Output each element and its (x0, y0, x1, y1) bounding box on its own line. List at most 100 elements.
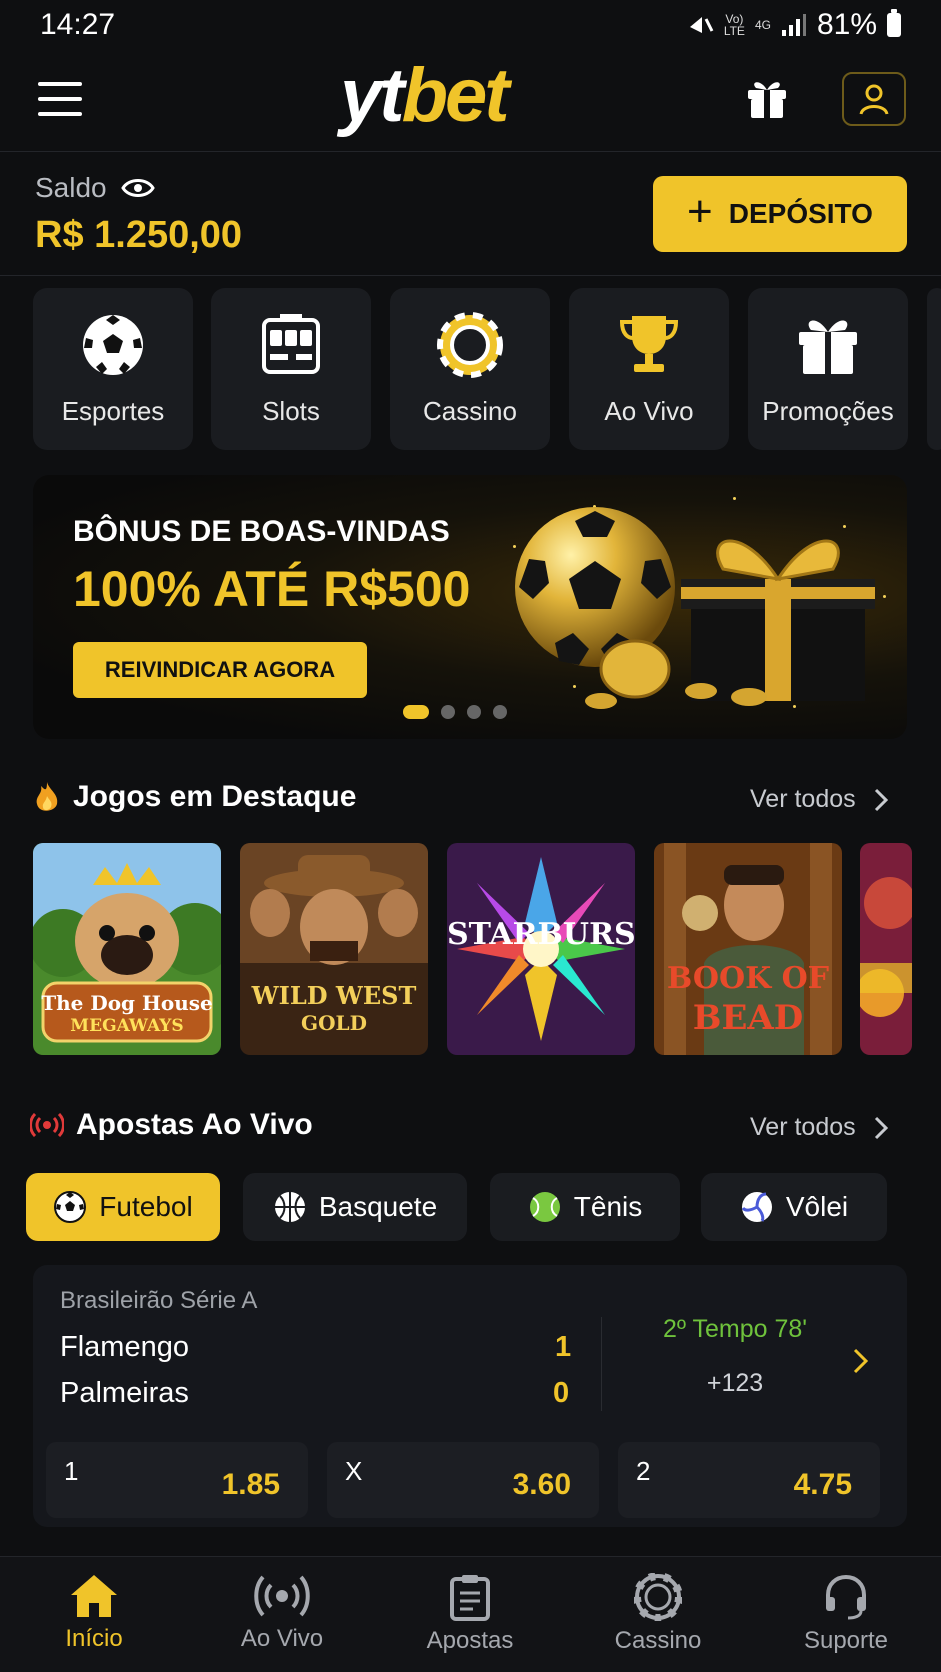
category-promocoes[interactable]: Promoções (748, 288, 908, 450)
nav-ao-vivo[interactable]: Ao Vivo (188, 1557, 376, 1672)
game-title: The Dog House (41, 991, 213, 1015)
casino-chip-icon (634, 1573, 682, 1621)
category-label: Esportes (61, 396, 165, 426)
soccer-ball-icon (83, 315, 143, 375)
odd-home[interactable]: 1 1.85 (46, 1442, 308, 1518)
tab-futebol[interactable]: Futebol (26, 1173, 220, 1241)
ytbet-logo[interactable]: ytbet (340, 52, 510, 139)
plus-icon: + (687, 187, 713, 236)
signal-icon (781, 14, 806, 36)
user-icon (859, 84, 889, 115)
category-label: Cassino (423, 396, 517, 426)
category-ao-vivo[interactable]: Ao Vivo (569, 288, 729, 450)
hamburger-menu-button[interactable] (38, 82, 82, 116)
slot-machine-icon (262, 314, 320, 374)
volleyball-icon (741, 1192, 772, 1222)
category-label: Promoções (762, 396, 894, 426)
category-label: Slots (262, 396, 320, 426)
bottom-navigation: Início Ao Vivo Apostas Cassino Suporte (0, 1556, 941, 1672)
odd-label: X (345, 1456, 363, 1486)
game-card-book-of-dead[interactable]: BOOK OF BEAD (654, 843, 842, 1055)
game-title: WILD WEST (251, 981, 417, 1010)
banner-subtitle: BÔNUS DE BOAS-VINDAS (73, 515, 450, 548)
game-subtitle: MEGAWAYS (70, 1016, 184, 1036)
battery-percent: 81% (816, 8, 877, 41)
game-title: BOOK OF (666, 961, 830, 996)
gift-button[interactable] (744, 74, 794, 124)
away-score: 0 (553, 1377, 570, 1409)
deposit-button[interactable]: + DEPÓSITO (653, 176, 907, 252)
odd-away[interactable]: 2 4.75 (618, 1442, 880, 1518)
category-slots[interactable]: Slots (211, 288, 371, 450)
fire-icon (36, 782, 58, 811)
nav-cassino[interactable]: Cassino (564, 1557, 752, 1672)
carousel-dot[interactable] (467, 705, 481, 719)
odd-label: 1 (64, 1456, 79, 1486)
nav-inicio[interactable]: Início (0, 1557, 188, 1672)
chevron-right-icon (874, 1116, 888, 1139)
tab-tenis[interactable]: Tênis (490, 1173, 680, 1241)
nav-apostas[interactable]: Apostas (376, 1557, 564, 1672)
balance-label: Saldo (35, 172, 155, 204)
match-league: Brasileirão Série A (60, 1287, 258, 1314)
category-label: Ao Vivo (604, 396, 694, 426)
banner-title: 100% ATÉ R$500 (73, 561, 471, 617)
trophy-icon (619, 316, 679, 372)
status-icons: Vo) LTE 4G 81% (688, 8, 901, 42)
chevron-right-icon (874, 788, 888, 811)
carousel-dot[interactable] (441, 705, 455, 719)
live-broadcast-icon (254, 1575, 310, 1617)
battery-icon (887, 9, 901, 37)
gift-icon (799, 320, 857, 374)
match-time: 2º Tempo 78' (662, 1315, 808, 1343)
balance-amount: R$ 1.250,00 (35, 214, 243, 256)
tennis-ball-icon (529, 1192, 560, 1222)
odd-draw[interactable]: X 3.60 (327, 1442, 599, 1518)
live-bets-title: Apostas Ao Vivo (30, 1108, 313, 1142)
game-title: STARBURST (447, 917, 635, 952)
gold-coins-icon (585, 639, 767, 709)
game-subtitle: BEAD (692, 998, 804, 1038)
game-card-starburst[interactable]: STARBURST (447, 843, 635, 1055)
game-card-dog-house[interactable]: The Dog House MEGAWAYS (33, 843, 221, 1055)
promo-banner[interactable]: BÔNUS DE BOAS-VINDAS 100% ATÉ R$500 REIV… (33, 475, 907, 739)
live-match-card[interactable]: Brasileirão Série A Flamengo 1 Palmeiras… (33, 1265, 907, 1527)
app-header: ytbet (0, 52, 941, 152)
featured-games-title: Jogos em Destaque (33, 780, 356, 814)
network-type: 4G (754, 18, 771, 32)
more-markets[interactable]: +123 (601, 1369, 869, 1398)
live-broadcast-icon (30, 1113, 64, 1137)
carousel-dot[interactable] (403, 705, 429, 719)
category-cassino[interactable]: Cassino (390, 288, 550, 450)
betslip-icon (450, 1575, 490, 1621)
divider (0, 275, 941, 276)
casino-chip-icon (437, 312, 503, 378)
chevron-right-icon[interactable] (853, 1347, 869, 1375)
home-team: Flamengo (60, 1331, 189, 1363)
game-subtitle: GOLD (301, 1011, 367, 1035)
nav-suporte[interactable]: Suporte (752, 1557, 940, 1672)
carousel-dot[interactable] (493, 705, 507, 719)
volte-indicator: Vo) LTE (723, 12, 745, 38)
category-esportes[interactable]: Esportes (33, 288, 193, 450)
gift-icon (748, 82, 786, 118)
home-icon (71, 1575, 117, 1617)
category-more-peek (927, 288, 941, 450)
live-see-all-link[interactable]: Ver todos (750, 1113, 888, 1142)
mute-icon (689, 17, 714, 33)
game-card-partial[interactable] (860, 843, 912, 1055)
claim-now-button[interactable]: REIVINDICAR AGORA (73, 642, 367, 698)
eye-icon[interactable] (120, 177, 155, 199)
game-card-wild-west-gold[interactable]: WILD WEST GOLD (240, 843, 428, 1055)
partial-game-art (860, 843, 912, 1055)
odd-value: 3.60 (512, 1468, 571, 1501)
carousel-dots (403, 705, 507, 719)
soccer-ball-icon (54, 1191, 87, 1223)
odd-label: 2 (636, 1456, 651, 1486)
featured-see-all-link[interactable]: Ver todos (750, 785, 888, 814)
tab-volei[interactable]: Vôlei (701, 1173, 887, 1241)
profile-button[interactable] (842, 72, 906, 126)
tab-basquete[interactable]: Basquete (243, 1173, 467, 1241)
status-time: 14:27 (40, 8, 116, 41)
status-bar: 14:27 Vo) LTE 4G 81% (0, 0, 941, 52)
